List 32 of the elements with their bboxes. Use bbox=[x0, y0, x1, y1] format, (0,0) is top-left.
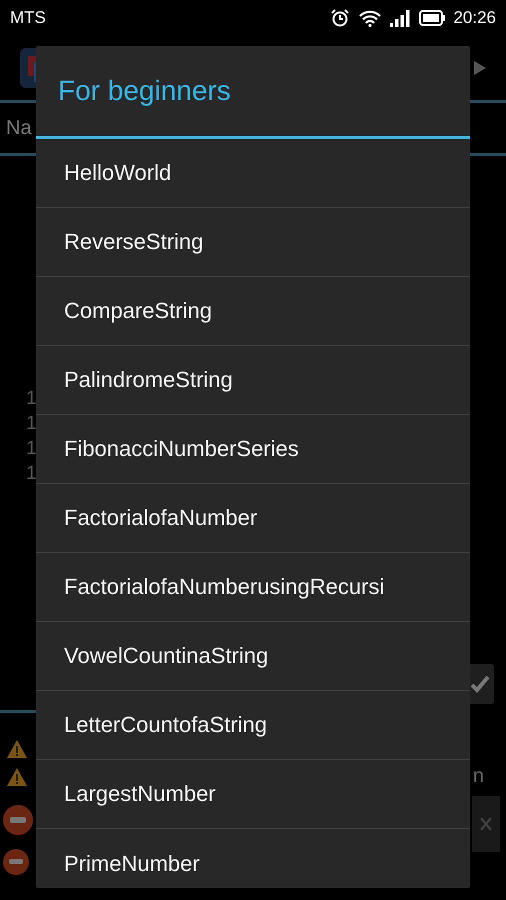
close-button[interactable] bbox=[472, 796, 500, 852]
line-number: 1 bbox=[26, 387, 37, 411]
error-icon bbox=[2, 804, 34, 836]
battery-icon bbox=[419, 10, 446, 26]
list-item[interactable]: FactorialofaNumber bbox=[36, 484, 470, 553]
list-item[interactable]: HelloWorld bbox=[36, 139, 470, 208]
dialog-title: For beginners bbox=[36, 46, 470, 139]
wifi-icon bbox=[359, 10, 382, 26]
message-text: n bbox=[472, 765, 484, 788]
play-arrow-icon[interactable] bbox=[474, 61, 486, 75]
line-number: 1 bbox=[26, 462, 37, 486]
clock-time: 20:26 bbox=[453, 8, 496, 28]
list-item[interactable]: FibonacciNumberSeries bbox=[36, 415, 470, 484]
list-item[interactable]: VowelCountinaString bbox=[36, 622, 470, 691]
list-item[interactable]: ReverseString bbox=[36, 208, 470, 277]
tab-label[interactable]: Na bbox=[6, 116, 32, 140]
signal-icon bbox=[390, 10, 410, 26]
checkmark-icon bbox=[470, 675, 490, 693]
error-icon bbox=[2, 848, 30, 876]
list-item[interactable]: FactorialofaNumberusingRecursi bbox=[36, 553, 470, 622]
list-item[interactable]: LetterCountofaString bbox=[36, 691, 470, 760]
line-number: 1 bbox=[26, 412, 37, 436]
close-icon bbox=[480, 817, 492, 831]
list-item[interactable]: PalindromeString bbox=[36, 346, 470, 415]
warning-icon bbox=[6, 739, 28, 759]
line-number: 1 bbox=[26, 437, 37, 461]
list-item[interactable]: LargestNumber bbox=[36, 760, 470, 829]
warning-icon bbox=[6, 766, 28, 786]
list-item[interactable]: PrimeNumber bbox=[36, 829, 470, 888]
list-item[interactable]: CompareString bbox=[36, 277, 470, 346]
alarm-clock-icon bbox=[330, 8, 350, 28]
carrier-name: MTS bbox=[10, 8, 46, 28]
